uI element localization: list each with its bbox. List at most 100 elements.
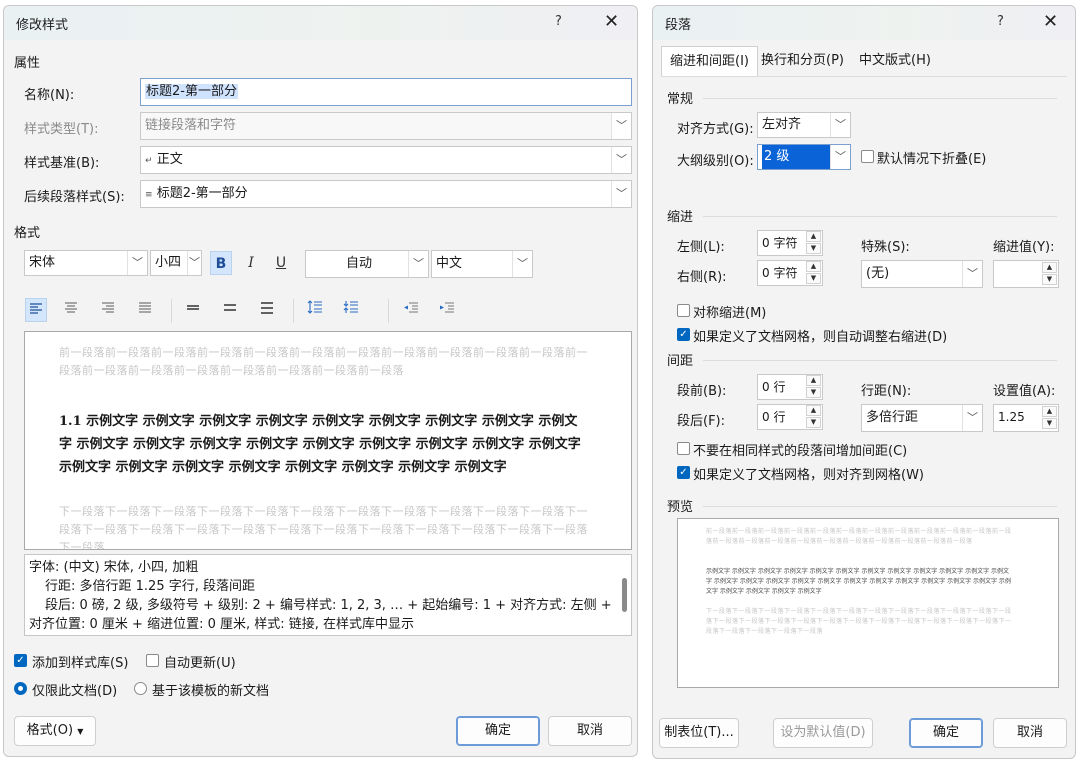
no-space-same-style-checkbox[interactable] bbox=[677, 442, 690, 455]
chevron-down-icon[interactable]: ﹀ bbox=[962, 261, 982, 287]
chevron-down-icon[interactable]: ﹀ bbox=[127, 251, 147, 275]
title-bar: 段落 ? ✕ bbox=[653, 6, 1075, 40]
indent-by-spinner[interactable]: ▲ ▼ bbox=[993, 260, 1059, 288]
chevron-down-icon[interactable]: ﹀ bbox=[408, 251, 428, 277]
preview-next-paragraph: 下一段落下一段落下一段落下一段落下一段落下一段落下一段落下一段落下一段落下一段落… bbox=[706, 608, 1012, 635]
align-center-icon[interactable] bbox=[60, 298, 82, 322]
new-documents-radio[interactable] bbox=[134, 682, 147, 695]
decrease-spacing-icon[interactable] bbox=[340, 298, 362, 322]
snap-to-grid-label[interactable]: 如果定义了文档网格，则对齐到网格(W) bbox=[693, 464, 924, 483]
description-line: 对齐位置: 0 厘米 + 缩进位置: 0 厘米, 样式: 链接, 在样式库中显示 bbox=[29, 617, 415, 632]
spin-up-icon[interactable]: ▲ bbox=[806, 261, 821, 272]
ok-button[interactable]: 确定 bbox=[909, 718, 983, 748]
font-size-value: 小四 bbox=[155, 255, 182, 270]
add-to-gallery-checkbox[interactable]: ✓ bbox=[14, 654, 27, 667]
auto-update-checkbox[interactable] bbox=[146, 654, 159, 667]
spin-down-icon[interactable]: ▼ bbox=[806, 273, 821, 284]
alignment-select[interactable]: 左对齐 ﹀ bbox=[757, 112, 851, 138]
spin-up-icon[interactable]: ▲ bbox=[806, 375, 821, 386]
spacing-before-spinner[interactable]: 0 行 ▲ ▼ bbox=[757, 374, 823, 400]
new-documents-label[interactable]: 基于该模板的新文档 bbox=[152, 680, 269, 699]
tab-indents-spacing[interactable]: 缩进和间距(I) bbox=[661, 46, 758, 76]
modify-style-dialog: 修改样式 ? ✕ 属性 名称(N): 标题2-第一部分 样式类型(T): 链接段… bbox=[3, 5, 638, 757]
auto-adjust-indent-checkbox[interactable]: ✓ bbox=[677, 328, 690, 341]
cancel-button[interactable]: 取消 bbox=[993, 718, 1067, 748]
language-select[interactable]: 中文 ﹀ bbox=[431, 250, 533, 278]
section-divider bbox=[703, 360, 1057, 361]
spin-up-icon[interactable]: ▲ bbox=[806, 405, 821, 416]
only-this-document-radio[interactable] bbox=[14, 682, 27, 695]
chevron-down-icon[interactable]: ﹀ bbox=[512, 251, 532, 277]
special-indent-select[interactable]: (无) ﹀ bbox=[861, 260, 983, 288]
auto-update-label[interactable]: 自动更新(U) bbox=[164, 652, 236, 671]
mirror-indents-checkbox[interactable] bbox=[677, 304, 690, 317]
add-to-gallery-label[interactable]: 添加到样式库(S) bbox=[32, 652, 128, 671]
spin-down-icon[interactable]: ▼ bbox=[806, 387, 821, 398]
tabs-button[interactable]: 制表位(T)... bbox=[659, 718, 739, 748]
outline-level-select[interactable]: 2 级 ﹀ bbox=[757, 144, 851, 170]
chevron-down-icon[interactable]: ﹀ bbox=[830, 145, 850, 169]
italic-button[interactable]: I bbox=[240, 251, 262, 275]
alignment-label: 对齐方式(G): bbox=[677, 122, 754, 137]
bold-button[interactable]: B bbox=[210, 251, 232, 275]
name-input[interactable]: 标题2-第一部分 bbox=[140, 78, 632, 106]
snap-to-grid-checkbox[interactable]: ✓ bbox=[677, 466, 690, 479]
line-spacing-select[interactable]: 多倍行距 ﹀ bbox=[861, 404, 983, 432]
only-this-document-label[interactable]: 仅限此文档(D) bbox=[32, 680, 117, 699]
align-right-icon[interactable] bbox=[97, 298, 119, 322]
double-spacing-icon[interactable] bbox=[256, 298, 278, 322]
no-space-same-style-label[interactable]: 不要在相同样式的段落间增加间距(C) bbox=[693, 440, 907, 459]
font-size-select[interactable]: 小四 ﹀ bbox=[150, 250, 202, 276]
increase-indent-icon[interactable] bbox=[436, 298, 458, 322]
chevron-down-icon: ﹀ bbox=[611, 113, 631, 139]
spin-down-icon[interactable]: ▼ bbox=[806, 417, 821, 428]
help-icon[interactable]: ? bbox=[997, 14, 1004, 29]
line-spacing-at-spinner[interactable]: 1.25 ▲ ▼ bbox=[993, 404, 1059, 432]
spin-up-icon[interactable]: ▲ bbox=[806, 231, 821, 242]
chevron-down-icon[interactable]: ﹀ bbox=[962, 405, 982, 431]
next-style-select[interactable]: ≡ 标题2-第一部分 ﹀ bbox=[140, 180, 632, 208]
one-half-spacing-icon[interactable] bbox=[219, 298, 241, 322]
decrease-indent-icon[interactable] bbox=[400, 298, 422, 322]
close-icon[interactable]: ✕ bbox=[604, 11, 619, 32]
single-spacing-icon[interactable] bbox=[182, 298, 204, 322]
justify-icon[interactable] bbox=[134, 298, 156, 322]
chevron-down-icon[interactable]: ﹀ bbox=[830, 113, 850, 137]
collapse-by-default-checkbox[interactable] bbox=[861, 150, 874, 163]
spacing-after-spinner[interactable]: 0 行 ▲ ▼ bbox=[757, 404, 823, 430]
format-menu-button[interactable]: 格式(O) ▼ bbox=[14, 716, 96, 746]
tab-asian-typography[interactable]: 中文版式(H) bbox=[851, 46, 939, 76]
set-as-default-button[interactable]: 设为默认值(D) bbox=[773, 718, 873, 748]
align-left-icon[interactable] bbox=[25, 298, 47, 322]
help-icon[interactable]: ? bbox=[555, 14, 562, 29]
based-on-select[interactable]: ↵ 正文 ﹀ bbox=[140, 146, 632, 174]
auto-adjust-indent-label[interactable]: 如果定义了文档网格，则自动调整右缩进(D) bbox=[693, 326, 947, 345]
cancel-button[interactable]: 取消 bbox=[548, 716, 632, 746]
left-indent-label: 左侧(L): bbox=[677, 240, 725, 255]
tab-line-page-breaks[interactable]: 换行和分页(P) bbox=[753, 46, 852, 76]
increase-spacing-icon[interactable] bbox=[304, 298, 326, 322]
underline-button[interactable]: U bbox=[270, 251, 292, 275]
preview-sample-text: 1.1 示例文字 示例文字 示例文字 示例文字 示例文字 示例文字 示例文字 示… bbox=[59, 414, 581, 475]
mirror-indents-label[interactable]: 对称缩进(M) bbox=[693, 302, 766, 321]
font-value: 宋体 bbox=[29, 255, 56, 270]
chevron-down-icon[interactable]: ﹀ bbox=[611, 147, 631, 173]
collapse-by-default-label[interactable]: 默认情况下折叠(E) bbox=[877, 148, 986, 167]
ok-button[interactable]: 确定 bbox=[456, 716, 540, 746]
based-on-value: 正文 bbox=[156, 152, 183, 167]
preview-next-paragraph: 下一段落下一段落下一段落下一段落下一段落下一段落下一段落下一段落下一段落下一段落… bbox=[59, 505, 588, 550]
spin-up-icon[interactable]: ▲ bbox=[1042, 262, 1057, 273]
chevron-down-icon[interactable]: ﹀ bbox=[187, 251, 201, 275]
chevron-down-icon[interactable]: ﹀ bbox=[611, 181, 631, 207]
right-indent-spinner[interactable]: 0 字符 ▲ ▼ bbox=[757, 260, 823, 286]
font-color-select[interactable]: 自动 ﹀ bbox=[305, 250, 429, 278]
spin-down-icon[interactable]: ▼ bbox=[1042, 418, 1057, 429]
left-indent-spinner[interactable]: 0 字符 ▲ ▼ bbox=[757, 230, 823, 256]
close-icon[interactable]: ✕ bbox=[1043, 11, 1058, 32]
name-label: 名称(N): bbox=[24, 88, 75, 103]
spin-up-icon[interactable]: ▲ bbox=[1042, 406, 1057, 417]
spin-down-icon[interactable]: ▼ bbox=[1042, 274, 1057, 285]
font-select[interactable]: 宋体 ﹀ bbox=[24, 250, 148, 276]
description-scrollbar[interactable] bbox=[622, 578, 627, 612]
spin-down-icon[interactable]: ▼ bbox=[806, 243, 821, 254]
